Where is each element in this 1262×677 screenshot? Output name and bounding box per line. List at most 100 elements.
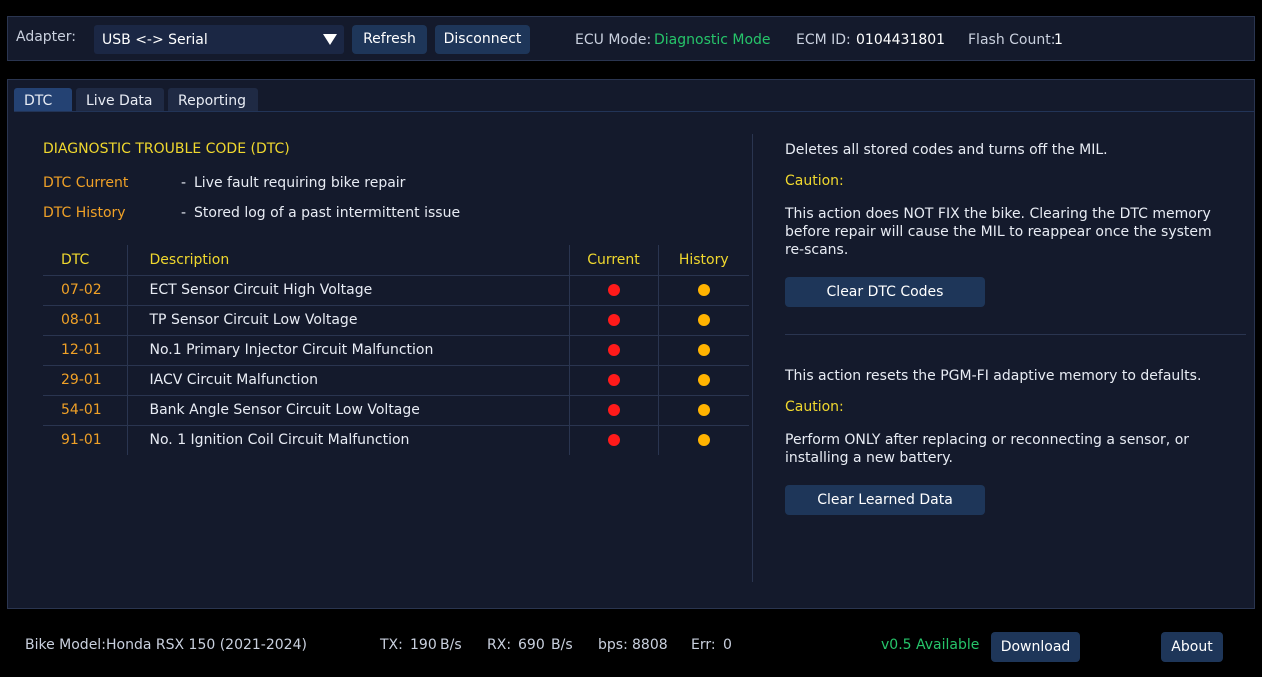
history-cell: [657, 395, 749, 426]
clear-dtc-caution-line3: re-scans.: [785, 242, 849, 258]
bps-label: bps:: [598, 637, 628, 653]
dtc-description: Bank Angle Sensor Circuit Low Voltage: [126, 395, 569, 426]
tab-reporting[interactable]: Reporting: [168, 88, 258, 112]
err-label: Err:: [691, 637, 716, 653]
bike-model-value: Honda RSX 150 (2021-2024): [106, 637, 307, 653]
clear-dtc-caution-line2: before repair will cause the MIL to reap…: [785, 224, 1212, 240]
legend-history-dash: -: [181, 205, 187, 221]
history-cell: [657, 335, 749, 366]
column-header-dtc: DTC: [43, 245, 127, 276]
current-cell: [568, 275, 658, 306]
dtc-code: 29-01: [43, 365, 127, 396]
rx-label: RX:: [487, 637, 512, 653]
clear-dtc-codes-button[interactable]: Clear DTC Codes: [785, 277, 985, 307]
column-header-history: History: [657, 245, 749, 276]
current-indicator-icon: [607, 434, 620, 447]
legend-current-desc: Live fault requiring bike repair: [194, 175, 406, 191]
flash-count-label: Flash Count:: [968, 32, 1056, 48]
dtc-description: ECT Sensor Circuit High Voltage: [126, 275, 569, 306]
tab-dtc[interactable]: DTC: [14, 88, 72, 112]
current-indicator-icon: [607, 344, 620, 356]
ecu-mode-label: ECU Mode:: [575, 32, 652, 48]
tx-unit: B/s: [440, 637, 462, 653]
dtc-description: IACV Circuit Malfunction: [126, 365, 569, 396]
dtc-table-header: DTC Description Current History: [43, 245, 749, 276]
clear-learned-intro: This action resets the PGM-FI adaptive m…: [785, 368, 1202, 384]
ecm-id-label: ECM ID:: [796, 32, 851, 48]
legend-current-dash: -: [181, 175, 187, 191]
tab-underline: [14, 111, 1254, 112]
refresh-button[interactable]: Refresh: [352, 25, 427, 54]
current-indicator-icon: [607, 284, 620, 296]
current-cell: [568, 365, 658, 396]
tx-value: 190: [410, 637, 437, 653]
ecm-id-value: 0104431801: [856, 32, 946, 48]
current-cell: [568, 305, 658, 336]
history-cell: [657, 275, 749, 306]
current-indicator-icon: [607, 374, 620, 386]
bps-value: 8808: [632, 637, 668, 653]
adapter-label: Adapter:: [16, 29, 77, 45]
section-divider: [785, 334, 1246, 335]
rx-value: 690: [518, 637, 545, 653]
dtc-table: DTC Description Current History 07-02 EC…: [43, 245, 749, 455]
about-button[interactable]: About: [1161, 632, 1223, 662]
dtc-description: No. 1 Ignition Coil Circuit Malfunction: [126, 425, 569, 455]
table-row[interactable]: 08-01 TP Sensor Circuit Low Voltage: [43, 305, 749, 336]
history-cell: [657, 305, 749, 336]
dtc-description: No.1 Primary Injector Circuit Malfunctio…: [126, 335, 569, 366]
table-row[interactable]: 07-02 ECT Sensor Circuit High Voltage: [43, 275, 749, 306]
dtc-code: 08-01: [43, 305, 127, 336]
disconnect-button[interactable]: Disconnect: [435, 25, 530, 54]
legend-history-key: DTC History: [43, 205, 126, 221]
ecu-mode-value: Diagnostic Mode: [654, 32, 771, 48]
clear-dtc-intro: Deletes all stored codes and turns off t…: [785, 142, 1108, 158]
history-indicator-icon: [697, 284, 710, 296]
err-value: 0: [723, 637, 732, 653]
legend-history-desc: Stored log of a past intermittent issue: [194, 205, 461, 221]
dtc-description: TP Sensor Circuit Low Voltage: [126, 305, 569, 336]
clear-dtc-caution-line1: This action does NOT FIX the bike. Clear…: [785, 206, 1211, 222]
history-cell: [657, 425, 749, 455]
column-header-current: Current: [568, 245, 658, 276]
clear-learned-caution-line1: Perform ONLY after replacing or reconnec…: [785, 432, 1190, 448]
adapter-select[interactable]: USB <-> Serial: [94, 25, 344, 54]
dtc-heading: DIAGNOSTIC TROUBLE CODE (DTC): [43, 141, 290, 157]
bike-model-label: Bike Model:: [25, 637, 106, 653]
table-row[interactable]: 29-01 IACV Circuit Malfunction: [43, 365, 749, 396]
dtc-code: 12-01: [43, 335, 127, 366]
tab-live-data[interactable]: Live Data: [76, 88, 164, 112]
rx-unit: B/s: [551, 637, 573, 653]
clear-learned-caution-label: Caution:: [785, 399, 844, 415]
main-panel: DTC Live Data Reporting DIAGNOSTIC TROUB…: [7, 79, 1255, 609]
current-cell: [568, 335, 658, 366]
clear-learned-data-button[interactable]: Clear Learned Data: [785, 485, 985, 515]
clear-dtc-caution-label: Caution:: [785, 173, 844, 189]
dtc-code: 91-01: [61, 432, 102, 449]
column-header-description: Description: [126, 245, 569, 276]
chevron-down-icon: [323, 34, 337, 45]
current-cell: [568, 425, 658, 455]
panel-divider: [752, 134, 753, 582]
download-button[interactable]: Download: [991, 632, 1080, 662]
adapter-select-value: USB <-> Serial: [102, 32, 208, 48]
current-indicator-icon: [607, 404, 620, 416]
history-indicator-icon: [697, 374, 710, 386]
clear-learned-caution-line2: installing a new battery.: [785, 450, 953, 466]
history-indicator-icon: [697, 314, 710, 326]
dtc-code: 07-02: [43, 275, 127, 306]
table-row[interactable]: 91-01 No. 1 Ignition Coil Circuit Malfun…: [43, 425, 749, 455]
table-row[interactable]: 12-01 No.1 Primary Injector Circuit Malf…: [43, 335, 749, 366]
connection-toolbar: Adapter: USB <-> Serial Refresh Disconne…: [7, 16, 1255, 61]
history-indicator-icon: [697, 404, 710, 416]
update-available-text: v0.5 Available: [881, 637, 980, 653]
table-row[interactable]: 54-01 Bank Angle Sensor Circuit Low Volt…: [43, 395, 749, 426]
current-cell: [568, 395, 658, 426]
history-indicator-icon: [697, 344, 710, 356]
history-cell: [657, 365, 749, 396]
tx-label: TX:: [380, 637, 403, 653]
legend-current-key: DTC Current: [43, 175, 129, 191]
dtc-code: 54-01: [43, 395, 127, 426]
flash-count-value: 1: [1054, 32, 1063, 48]
current-indicator-icon: [607, 314, 620, 326]
